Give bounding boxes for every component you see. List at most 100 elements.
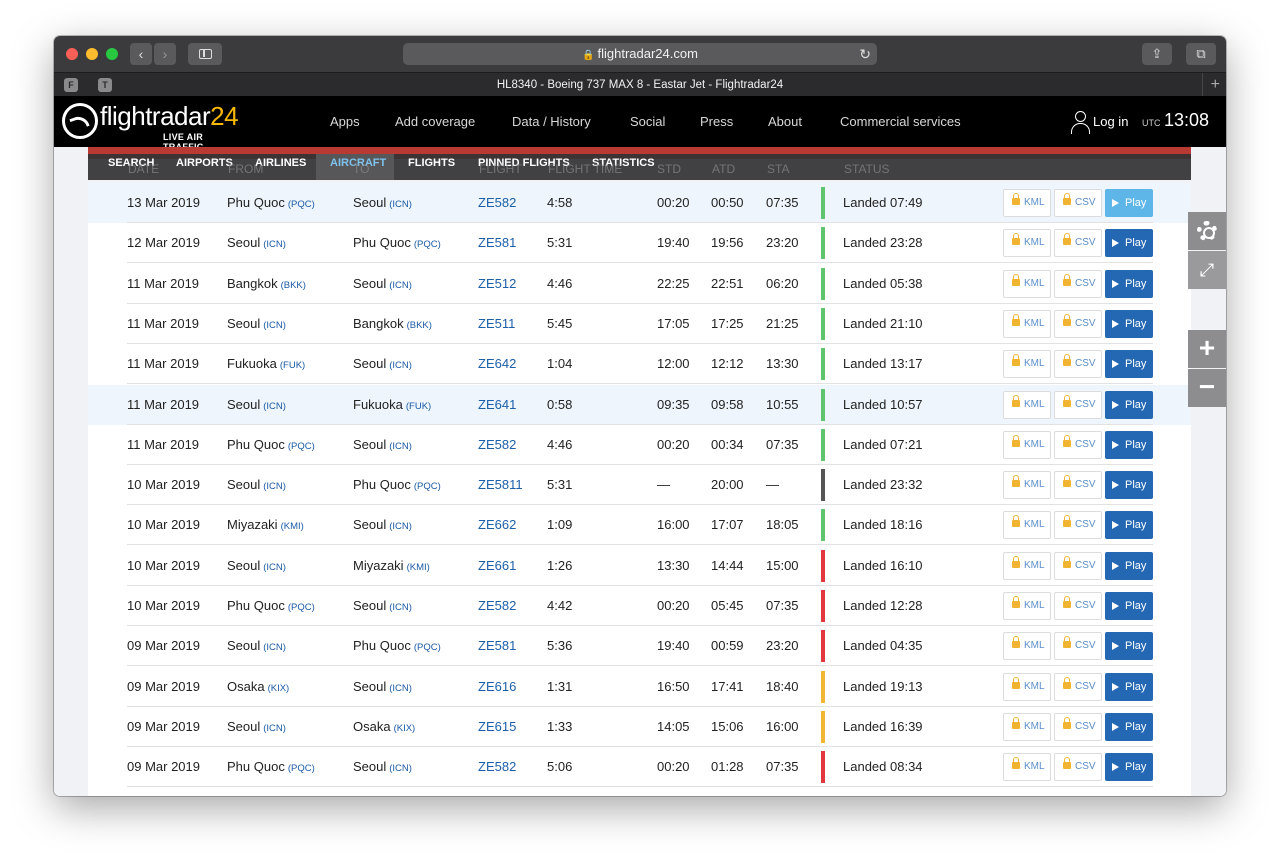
play-button[interactable]: Play <box>1105 551 1153 580</box>
fullscreen-button[interactable]: ⤢ <box>1188 251 1226 289</box>
kml-download-button[interactable]: KML <box>1003 269 1051 298</box>
zoom-out-button[interactable]: − <box>1188 369 1226 407</box>
row-to[interactable]: Seoul (ICN) <box>353 276 412 291</box>
login-link[interactable]: Log in <box>1093 114 1128 129</box>
row-flight-link[interactable]: ZE581 <box>478 638 516 653</box>
back-button[interactable]: ‹ <box>130 43 152 65</box>
play-button[interactable]: Play <box>1105 471 1153 500</box>
column-header-std[interactable]: STD <box>657 162 681 176</box>
column-header-from[interactable]: FROM <box>228 162 263 176</box>
csv-download-button[interactable]: CSV <box>1054 390 1102 419</box>
csv-download-button[interactable]: CSV <box>1054 672 1102 701</box>
row-from[interactable]: Fukuoka (FUK) <box>227 356 305 371</box>
row-to[interactable]: Seoul (ICN) <box>353 356 412 371</box>
row-flight-link[interactable]: ZE582 <box>478 598 516 613</box>
row-to[interactable]: Seoul (ICN) <box>353 759 412 774</box>
table-row[interactable]: 09 Mar 2019 Phu Quoc (PQC) Seoul (ICN) ZE5… <box>88 747 1191 788</box>
play-button[interactable]: Play <box>1105 189 1153 217</box>
nav-about[interactable]: About <box>768 114 802 129</box>
row-to[interactable]: Phu Quoc (PQC) <box>353 235 441 250</box>
row-flight-link[interactable]: ZE512 <box>478 276 516 291</box>
kml-download-button[interactable]: KML <box>1003 229 1051 258</box>
csv-download-button[interactable]: CSV <box>1054 189 1102 217</box>
row-from[interactable]: Phu Quoc (PQC) <box>227 598 315 613</box>
row-from[interactable]: Osaka (KIX) <box>227 679 289 694</box>
row-to[interactable]: Phu Quoc (PQC) <box>353 638 441 653</box>
row-from[interactable]: Seoul (ICN) <box>227 719 286 734</box>
table-row[interactable]: 09 Mar 2019 Seoul (ICN) Phu Quoc (PQC) ZE5… <box>88 626 1191 667</box>
column-header-to[interactable]: TO <box>353 162 369 176</box>
column-header-status[interactable]: STATUS <box>844 162 890 176</box>
nav-social[interactable]: Social <box>630 114 665 129</box>
row-flight-link[interactable]: ZE582 <box>478 437 516 452</box>
column-header-sta[interactable]: STA <box>767 162 789 176</box>
kml-download-button[interactable]: KML <box>1003 632 1051 661</box>
table-row[interactable]: 10 Mar 2019 Seoul (ICN) Miyazaki (KMI) ZE6… <box>88 546 1191 586</box>
row-from[interactable]: Phu Quoc (PQC) <box>227 759 315 774</box>
kml-download-button[interactable]: KML <box>1003 309 1051 338</box>
forward-button[interactable]: › <box>154 43 176 65</box>
play-button[interactable]: Play <box>1105 430 1153 459</box>
row-flight-link[interactable]: ZE582 <box>478 195 516 210</box>
kml-download-button[interactable]: KML <box>1003 471 1051 500</box>
settings-button[interactable] <box>1188 212 1226 250</box>
close-window-button[interactable] <box>66 48 78 60</box>
table-row[interactable]: 09 Mar 2019 Osaka (KIX) Seoul (ICN) ZE616 … <box>88 667 1191 707</box>
row-flight-link[interactable]: ZE662 <box>478 517 516 532</box>
row-from[interactable]: Bangkok (BKK) <box>227 276 306 291</box>
kml-download-button[interactable]: KML <box>1003 592 1051 620</box>
kml-download-button[interactable]: KML <box>1003 672 1051 701</box>
kml-download-button[interactable]: KML <box>1003 189 1051 217</box>
row-flight-link[interactable]: ZE5811 <box>478 477 523 492</box>
column-header-flight-time[interactable]: FLIGHT TIME <box>548 162 622 176</box>
row-to[interactable]: Seoul (ICN) <box>353 195 412 210</box>
csv-download-button[interactable]: CSV <box>1054 350 1102 379</box>
nav-commercial-services[interactable]: Commercial services <box>840 114 961 129</box>
new-tab-button[interactable]: + <box>1211 73 1220 96</box>
csv-download-button[interactable]: CSV <box>1054 511 1102 540</box>
csv-download-button[interactable]: CSV <box>1054 551 1102 580</box>
row-from[interactable]: Seoul (ICN) <box>227 558 286 573</box>
play-button[interactable]: Play <box>1105 753 1153 782</box>
table-row[interactable]: 10 Mar 2019 Seoul (ICN) Phu Quoc (PQC) ZE5… <box>88 465 1191 506</box>
table-row[interactable]: 11 Mar 2019 Phu Quoc (PQC) Seoul (ICN) ZE5… <box>88 425 1191 465</box>
sidebar-toggle-button[interactable] <box>188 43 222 65</box>
table-row[interactable]: 13 Mar 2019 Phu Quoc (PQC) Seoul (ICN) ZE5… <box>88 183 1191 223</box>
table-row[interactable]: 11 Mar 2019 Seoul (ICN) Fukuoka (FUK) ZE64… <box>88 384 1191 425</box>
row-from[interactable]: Seoul (ICN) <box>227 397 286 412</box>
row-from[interactable]: Miyazaki (KMI) <box>227 517 304 532</box>
csv-download-button[interactable]: CSV <box>1054 430 1102 459</box>
table-row[interactable]: 09 Mar 2019 Seoul (ICN) Osaka (KIX) ZE615 … <box>88 707 1191 747</box>
row-from[interactable]: Phu Quoc (PQC) <box>227 195 315 210</box>
row-to[interactable]: Seoul (ICN) <box>353 598 412 613</box>
play-button[interactable]: Play <box>1105 390 1153 419</box>
row-to[interactable]: Seoul (ICN) <box>353 679 412 694</box>
row-flight-link[interactable]: ZE615 <box>478 719 516 734</box>
nav-press[interactable]: Press <box>700 114 733 129</box>
table-row[interactable]: 11 Mar 2019 Bangkok (BKK) Seoul (ICN) ZE51… <box>88 264 1191 304</box>
play-button[interactable]: Play <box>1105 712 1153 741</box>
show-tabs-button[interactable]: ⧉ <box>1186 43 1216 65</box>
csv-download-button[interactable]: CSV <box>1054 592 1102 620</box>
table-row[interactable]: 10 Mar 2019 Phu Quoc (PQC) Seoul (ICN) ZE5… <box>88 586 1191 626</box>
share-button[interactable]: ⇪ <box>1142 43 1172 65</box>
table-row[interactable]: 12 Mar 2019 Seoul (ICN) Phu Quoc (PQC) ZE5… <box>88 223 1191 264</box>
csv-download-button[interactable]: CSV <box>1054 309 1102 338</box>
flightradar24-logo[interactable]: flightradar24 LIVE AIR TRAFFIC <box>62 101 242 152</box>
kml-download-button[interactable]: KML <box>1003 551 1051 580</box>
tab-title[interactable]: HL8340 - Boeing 737 MAX 8 - Eastar Jet -… <box>54 73 1226 97</box>
csv-download-button[interactable]: CSV <box>1054 471 1102 500</box>
row-to[interactable]: Fukuoka (FUK) <box>353 397 431 412</box>
nav-data-history[interactable]: Data / History <box>512 114 591 129</box>
user-icon[interactable] <box>1070 111 1090 134</box>
csv-download-button[interactable]: CSV <box>1054 753 1102 782</box>
row-from[interactable]: Seoul (ICN) <box>227 638 286 653</box>
kml-download-button[interactable]: KML <box>1003 430 1051 459</box>
table-row[interactable]: 10 Mar 2019 Miyazaki (KMI) Seoul (ICN) ZE6… <box>88 505 1191 546</box>
row-flight-link[interactable]: ZE582 <box>478 759 516 774</box>
row-to[interactable]: Seoul (ICN) <box>353 517 412 532</box>
kml-download-button[interactable]: KML <box>1003 753 1051 782</box>
nav-apps[interactable]: Apps <box>330 114 360 129</box>
row-flight-link[interactable]: ZE661 <box>478 558 516 573</box>
row-from[interactable]: Seoul (ICN) <box>227 316 286 331</box>
